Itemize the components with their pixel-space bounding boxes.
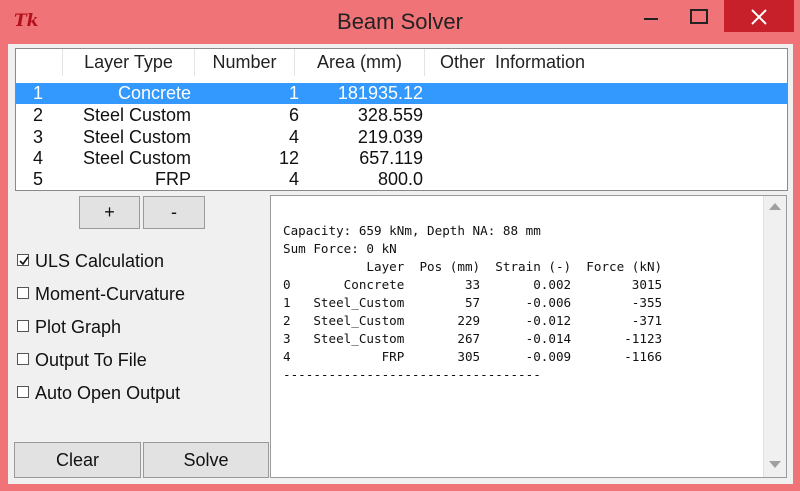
column-header-other-information[interactable]: Other Information [425,49,787,76]
row-layer-type: FRP [155,169,191,189]
output-line: 2 Steel_Custom 229 -0.012 -371 [283,313,663,328]
row-index: 1 [33,83,44,103]
scroll-down-arrow-icon[interactable] [769,461,781,469]
column-header-area[interactable]: Area (mm) [295,49,425,76]
add-layer-button[interactable]: + [79,196,140,229]
row-layer-type: Concrete [117,83,191,103]
checkbox-box [17,254,29,266]
checkbox-box [17,320,29,332]
list-row[interactable]: 1 Concrete 1 181935.12 [16,83,787,104]
client-area: Layer Type Number Area (mm) Other Inform… [8,44,793,484]
remove-layer-button[interactable]: - [143,196,205,229]
output-line: 0 Concrete 33 0.002 3015 [283,277,663,292]
layer-list[interactable]: Layer Type Number Area (mm) Other Inform… [15,48,788,191]
row-number: 1 [288,83,299,103]
checkbox-label: Output To File [35,350,147,370]
row-area: 181935.12 [337,83,423,103]
row-area: 219.039 [357,127,423,147]
output-line: ---------------------------------- [283,367,541,382]
row-number: 4 [288,169,299,189]
output-line: 4 FRP 305 -0.009 -1166 [283,349,663,364]
row-area: 800.0 [377,169,423,189]
row-layer-type: Steel Custom [82,148,191,168]
checkbox-label: Plot Graph [35,317,122,337]
row-number: 6 [288,105,299,125]
row-area: 657.119 [359,148,423,168]
checkbox-label: Auto Open Output [35,383,181,403]
maximize-icon [690,9,708,24]
output-line: Layer Pos (mm) Strain (-) Force (kN) [283,259,663,274]
list-row[interactable]: 5 FRP 4 800.0 [16,169,787,190]
list-row[interactable]: 3 Steel Custom 4 219.039 [16,127,787,148]
row-index: 3 [33,127,44,147]
close-button[interactable] [724,0,794,32]
checkbox-label: ULS Calculation [35,251,165,271]
close-icon [751,9,767,25]
row-layer-type: Steel Custom [82,127,191,147]
checkbox-box [17,386,29,398]
minimize-button[interactable] [628,0,672,32]
output-text-area[interactable]: Capacity: 659 kNm, Depth NA: 88 mm Sum Fo… [270,195,787,478]
row-area: 328.559 [357,105,423,125]
column-header-number[interactable]: Number [195,49,295,76]
beam-solver-window: Tk Beam Solver Layer Type Number Area (m… [0,0,800,491]
output-text: Capacity: 659 kNm, Depth NA: 88 mm Sum Fo… [283,204,753,420]
row-layer-type: Steel Custom [82,105,191,125]
output-line: Capacity: 659 kNm, Depth NA: 88 mm [283,223,541,238]
checkbox-box [17,287,29,299]
checkbox-label: Moment-Curvature [35,284,186,304]
output-line: 3 Steel_Custom 267 -0.014 -1123 [283,331,663,346]
list-row[interactable]: 2 Steel Custom 6 328.559 [16,105,787,126]
clear-button[interactable]: Clear [14,442,141,478]
column-header-layer-type[interactable]: Layer Type [63,49,195,76]
column-header-index[interactable] [16,49,63,76]
minimize-icon [644,18,658,20]
checkmark-icon [19,256,29,266]
output-line: 1 Steel_Custom 57 -0.006 -355 [283,295,663,310]
title-bar[interactable]: Tk Beam Solver [0,0,800,45]
list-row[interactable]: 4 Steel Custom 12 657.119 [16,148,787,169]
row-index: 4 [33,148,44,168]
vertical-scrollbar[interactable] [763,196,786,477]
checkbox-box [17,353,29,365]
maximize-button[interactable] [676,0,720,32]
row-index: 5 [33,169,44,189]
row-number: 4 [288,127,299,147]
scroll-up-arrow-icon[interactable] [769,202,781,210]
output-line: Sum Force: 0 kN [283,241,397,256]
row-number: 12 [278,148,299,168]
row-index: 2 [33,105,44,125]
solve-button[interactable]: Solve [143,442,269,478]
